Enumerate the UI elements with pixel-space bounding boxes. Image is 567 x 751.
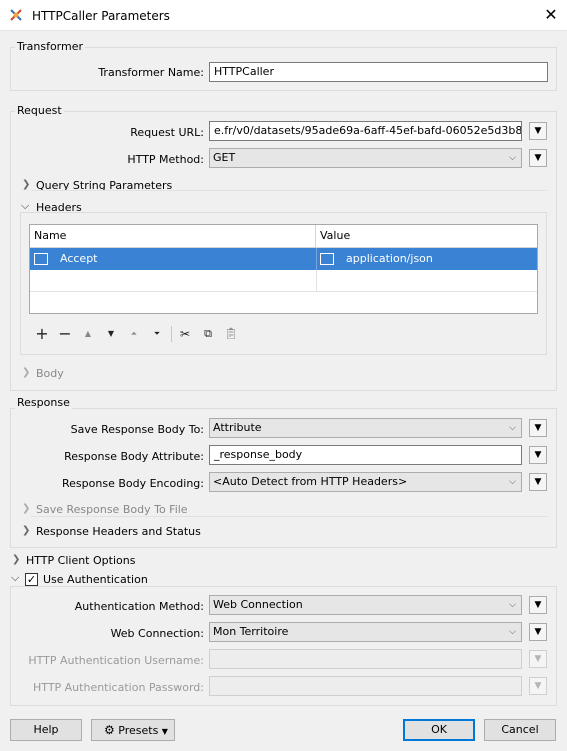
chevron-down-icon[interactable]: ⌵ [11,571,20,585]
use-authentication-label[interactable]: Use Authentication [41,573,150,586]
auth-username-input[interactable] [209,649,522,669]
window-title: HTTPCaller Parameters [32,9,170,23]
web-connection-label: Web Connection: [110,627,204,640]
table-cell-value[interactable]: application/json [320,252,433,265]
table-row[interactable]: Accept application/json [30,248,537,270]
table-cell-name[interactable]: Accept [34,252,98,265]
request-url-menu-button[interactable]: ▼ [529,122,547,140]
save-response-menu-button[interactable]: ▼ [529,419,547,437]
chevron-right-icon[interactable]: ❯ [22,179,30,190]
cut-icon[interactable]: ✂ [176,325,194,343]
cancel-button[interactable]: Cancel [484,719,556,741]
auth-password-label: HTTP Authentication Password: [33,681,204,694]
move-to-bottom-icon[interactable]: ⏷ [148,325,166,343]
request-url-label: Request URL: [130,126,204,139]
chevron-right-icon[interactable]: ❯ [22,525,30,536]
body-attribute-input[interactable]: _response_body [209,445,522,465]
save-response-label: Save Response Body To: [70,423,204,436]
presets-button[interactable]: ⚙ Presets ▼ [91,719,175,741]
auth-password-input[interactable] [209,676,522,696]
headers-status-section[interactable]: Response Headers and Status [36,525,201,538]
auth-method-label: Authentication Method: [74,600,204,613]
move-up-icon[interactable]: ▲ [79,325,97,343]
chevron-down-icon: ⌵ [509,477,516,487]
add-row-icon[interactable]: + [33,325,51,343]
http-client-options-section[interactable]: HTTP Client Options [26,554,135,567]
transformer-name-label: Transformer Name: [98,66,204,79]
body-encoding-value: <Auto Detect from HTTP Headers> [213,475,408,488]
title-bar: HTTPCaller Parameters ✕ [0,0,567,31]
body-attribute-label: Response Body Attribute: [64,450,204,463]
auth-username-label: HTTP Authentication Username: [28,654,204,667]
cell-edit-icon [320,253,334,265]
chevron-down-icon: ⌵ [509,627,516,637]
chevron-down-icon: ⌵ [509,600,516,610]
http-method-menu-button[interactable]: ▼ [529,149,547,167]
http-method-label: HTTP Method: [127,153,204,166]
caret-down-icon: ▼ [161,727,168,736]
remove-row-icon[interactable]: − [56,325,74,343]
close-icon[interactable]: ✕ [540,4,562,26]
chevron-down-icon: ⌵ [509,423,516,433]
toolbar-separator [171,326,172,342]
http-method-select[interactable]: GET ⌵ [209,148,522,168]
transformer-group-title: Transformer [15,40,86,53]
use-authentication-checkbox[interactable]: ✓ [25,573,38,586]
divider [31,516,547,517]
divider [316,248,317,270]
help-button[interactable]: Help [10,719,82,741]
save-to-file-section[interactable]: Save Response Body To File [36,503,188,516]
move-down-icon[interactable]: ▼ [102,325,120,343]
table-row[interactable] [30,270,537,292]
gear-icon: ⚙ [104,723,115,737]
paste-icon[interactable]: 📋︎ [222,325,240,343]
chevron-right-icon[interactable]: ❯ [22,503,30,514]
chevron-down-icon[interactable]: ⌵ [21,199,29,213]
divider [316,270,317,292]
auth-method-select[interactable]: Web Connection ⌵ [209,595,522,615]
divider [31,190,547,191]
web-connection-select[interactable]: Mon Territoire ⌵ [209,622,522,642]
web-connection-menu-button[interactable]: ▼ [529,623,547,641]
chevron-down-icon: ⌵ [509,153,516,163]
response-group-title: Response [15,396,72,409]
auth-password-menu-button[interactable]: ▼ [529,677,547,695]
chevron-right-icon[interactable]: ❯ [12,554,20,565]
headers-table: Name Value Accept application/json [29,224,538,314]
body-encoding-label: Response Body Encoding: [62,477,204,490]
save-response-value: Attribute [213,421,262,434]
save-response-select[interactable]: Attribute ⌵ [209,418,522,438]
request-group-title: Request [15,104,64,117]
ok-button[interactable]: OK [403,719,475,741]
column-header-value[interactable]: Value [316,225,537,248]
body-encoding-select[interactable]: <Auto Detect from HTTP Headers> ⌵ [209,472,522,492]
column-header-name[interactable]: Name [30,225,316,248]
chevron-right-icon[interactable]: ❯ [22,367,30,378]
move-to-top-icon[interactable]: ⏶ [125,325,143,343]
body-section[interactable]: Body [36,367,64,380]
http-method-value: GET [213,151,236,164]
auth-method-menu-button[interactable]: ▼ [529,596,547,614]
transformer-name-input[interactable]: HTTPCaller [209,62,548,82]
auth-method-value: Web Connection [213,598,303,611]
request-url-input[interactable]: e.fr/v0/datasets/95ade69a-6aff-45ef-bafd… [209,121,522,141]
app-icon [10,9,22,21]
web-connection-value: Mon Territoire [213,625,289,638]
cell-edit-icon [34,253,48,265]
copy-icon[interactable]: ⧉ [199,325,217,343]
body-encoding-menu-button[interactable]: ▼ [529,473,547,491]
auth-username-menu-button[interactable]: ▼ [529,650,547,668]
body-attribute-menu-button[interactable]: ▼ [529,446,547,464]
